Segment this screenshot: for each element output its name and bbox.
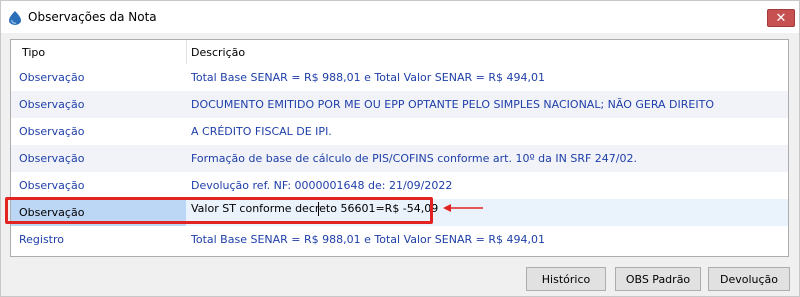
- cell-descricao-editor[interactable]: Valor ST conforme decreto 56601=R$ -54,0…: [191, 202, 438, 215]
- cell-tipo: Registro: [19, 233, 65, 246]
- cell-tipo: Observação: [19, 152, 85, 165]
- cell-tipo: Observação: [19, 206, 85, 219]
- grid-header: Tipo Descrição: [11, 40, 788, 64]
- cell-descricao: A CRÉDITO FISCAL DE IPI.: [191, 125, 332, 138]
- app-icon: [9, 11, 21, 25]
- table-row[interactable]: Observação Total Base SENAR = R$ 988,01 …: [11, 64, 788, 91]
- historico-button[interactable]: Histórico: [526, 267, 606, 291]
- cell-descricao: Total Base SENAR = R$ 988,01 e Total Val…: [191, 71, 545, 84]
- devolucao-button[interactable]: Devolução: [708, 267, 790, 291]
- window-title: Observações da Nota: [28, 10, 157, 24]
- column-header-descricao[interactable]: Descrição: [191, 46, 245, 59]
- close-button[interactable]: ✕: [767, 9, 795, 27]
- observations-grid: Tipo Descrição Observação Total Base SEN…: [10, 39, 789, 257]
- cell-descricao: Total Base SENAR = R$ 988,01 e Total Val…: [191, 233, 545, 246]
- cell-tipo: Observação: [19, 125, 85, 138]
- cell-tipo: Observação: [19, 98, 85, 111]
- title-bar: Observações da Nota ✕: [1, 1, 799, 33]
- table-row[interactable]: Observação A CRÉDITO FISCAL DE IPI.: [11, 118, 788, 145]
- column-separator[interactable]: [186, 40, 187, 64]
- cell-descricao: Formação de base de cálculo de PIS/COFIN…: [191, 152, 637, 165]
- column-header-tipo[interactable]: Tipo: [22, 46, 45, 59]
- cell-tipo: Observação: [19, 71, 85, 84]
- dialog-window: Observações da Nota ✕ Tipo Descrição Obs…: [0, 0, 800, 297]
- cell-tipo: Observação: [19, 179, 85, 192]
- table-row[interactable]: Registro Total Base SENAR = R$ 988,01 e …: [11, 226, 788, 253]
- annotation-arrow-icon: [443, 204, 483, 212]
- table-row-selected[interactable]: Observação Valor ST conforme decreto 566…: [11, 199, 788, 226]
- text-caret: [318, 202, 319, 216]
- table-row[interactable]: Observação DOCUMENTO EMITIDO POR ME OU E…: [11, 91, 788, 118]
- table-row[interactable]: Observação Devolução ref. NF: 0000001648…: [11, 172, 788, 199]
- obs-padrao-button[interactable]: OBS Padrão: [615, 267, 701, 291]
- cell-descricao: DOCUMENTO EMITIDO POR ME OU EPP OPTANTE …: [191, 98, 714, 111]
- table-row[interactable]: Observação Formação de base de cálculo d…: [11, 145, 788, 172]
- close-icon: ✕: [775, 10, 787, 26]
- cell-descricao: Devolução ref. NF: 0000001648 de: 21/09/…: [191, 179, 453, 192]
